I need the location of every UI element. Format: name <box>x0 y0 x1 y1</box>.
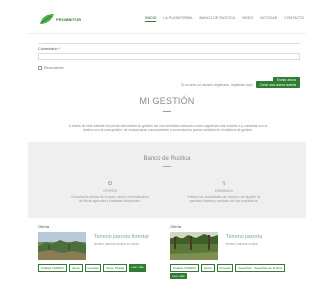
nav-banco[interactable]: BANCO DE RUSTICA <box>199 16 235 22</box>
oferta-desc: Consulta las ofertas de compra, venta o … <box>71 195 149 203</box>
chip-ciudad: Ciudad: OVIEDO <box>38 264 67 272</box>
offer-photo[interactable] <box>170 232 218 260</box>
nav-video[interactable]: VIDEO <box>242 16 253 22</box>
demanda-column[interactable]: ↯ DEMANDA Publica tus necesidades de com… <box>184 180 264 203</box>
gestion-intro: A través de este website los puede admin… <box>68 124 268 133</box>
offer-card-1: Oferta Terreno parcela forestal terreno … <box>38 224 166 272</box>
gestion-title: MI GESTIÓN <box>139 96 195 106</box>
offer-tag: Oferta <box>38 224 50 229</box>
demanda-icon: ↯ <box>221 181 227 187</box>
chip-ciudad: Ciudad: OVIEDO <box>170 264 199 272</box>
nav-noticias[interactable]: NOTICIAS <box>260 16 277 22</box>
demanda-desc: Publica tus necesidades de compra o de a… <box>187 195 261 203</box>
oferta-column[interactable]: ✿ OFERTA Consulta las ofertas de compra,… <box>70 180 150 203</box>
comment-label: Comentario * <box>38 47 61 51</box>
comment-field[interactable] <box>38 53 300 60</box>
banco-title: Banco de Rustica <box>143 156 191 162</box>
offer-title[interactable]: Terreno parcela <box>226 234 262 240</box>
comment-form: Comentario * Recordarme Enviar ahora Si … <box>38 38 300 88</box>
offer-subtitle: terreno parcela rustica <box>226 242 258 246</box>
logo-leaf-icon <box>40 14 54 24</box>
offer-title[interactable]: Terreno parcela forestal <box>94 234 149 240</box>
oferta-icon: ✿ <box>107 181 113 187</box>
demanda-title: DEMANDA <box>215 189 233 193</box>
chip-venta: Venta <box>68 264 83 272</box>
offer-card-2: Oferta Terreno parcela terreno parcela r… <box>170 224 298 279</box>
gestion-divider <box>163 111 171 112</box>
read-more-button[interactable]: Leer más <box>170 273 187 279</box>
main-nav: INICIO LA PLATAFORMA BANCO DE RUSTICA VI… <box>145 16 304 22</box>
offer-chips: Ciudad: OVIEDO Venta Forestal Serie, Pas… <box>38 264 168 272</box>
page-frame: PROMBITUR INICIO LA PLATAFORMA BANCO DE … <box>28 6 306 296</box>
offer-chips: Ciudad: OVIEDO Venta Forestal Superficie… <box>170 264 300 272</box>
nav-inicio[interactable]: INICIO <box>145 16 157 22</box>
register-text[interactable]: Si no eres un usuario registrado, regist… <box>181 83 253 87</box>
remember-checkbox[interactable] <box>38 66 42 70</box>
chip-serie: Serie, Pasaje <box>103 264 128 272</box>
site-header: PROMBITUR INICIO LA PLATAFORMA BANCO DE … <box>28 6 306 34</box>
banco-section: Banco de Rustica ✿ OFERTA Consulta las o… <box>28 142 306 218</box>
remember-row: Recordarme <box>38 66 300 70</box>
banco-divider <box>163 166 171 167</box>
chip-superficie: Superficie - Superficie de la finca <box>235 264 286 272</box>
name-field[interactable] <box>38 38 300 44</box>
nav-contacto[interactable]: CONTACTO <box>284 16 304 22</box>
oferta-title: OFERTA <box>102 189 118 193</box>
logo[interactable]: PROMBITUR <box>38 12 81 26</box>
offer-photo[interactable] <box>38 232 86 260</box>
chip-forestal: Forestal <box>216 264 234 272</box>
offer-subtitle: terreno parcela rustica en venta <box>94 242 139 246</box>
chip-forestal: Forestal <box>84 264 102 272</box>
offer-tag: Oferta <box>170 224 182 229</box>
register-row: Si no eres un usuario registrado, regist… <box>181 81 300 88</box>
chip-venta: Venta <box>200 264 215 272</box>
nav-plataforma[interactable]: LA PLATAFORMA <box>163 16 192 22</box>
create-account-button[interactable]: Crear una nueva cuenta <box>255 81 300 88</box>
remember-label: Recordarme <box>44 66 64 70</box>
logo-text: PROMBITUR <box>56 17 82 22</box>
read-more-button[interactable]: Leer más <box>129 264 146 272</box>
